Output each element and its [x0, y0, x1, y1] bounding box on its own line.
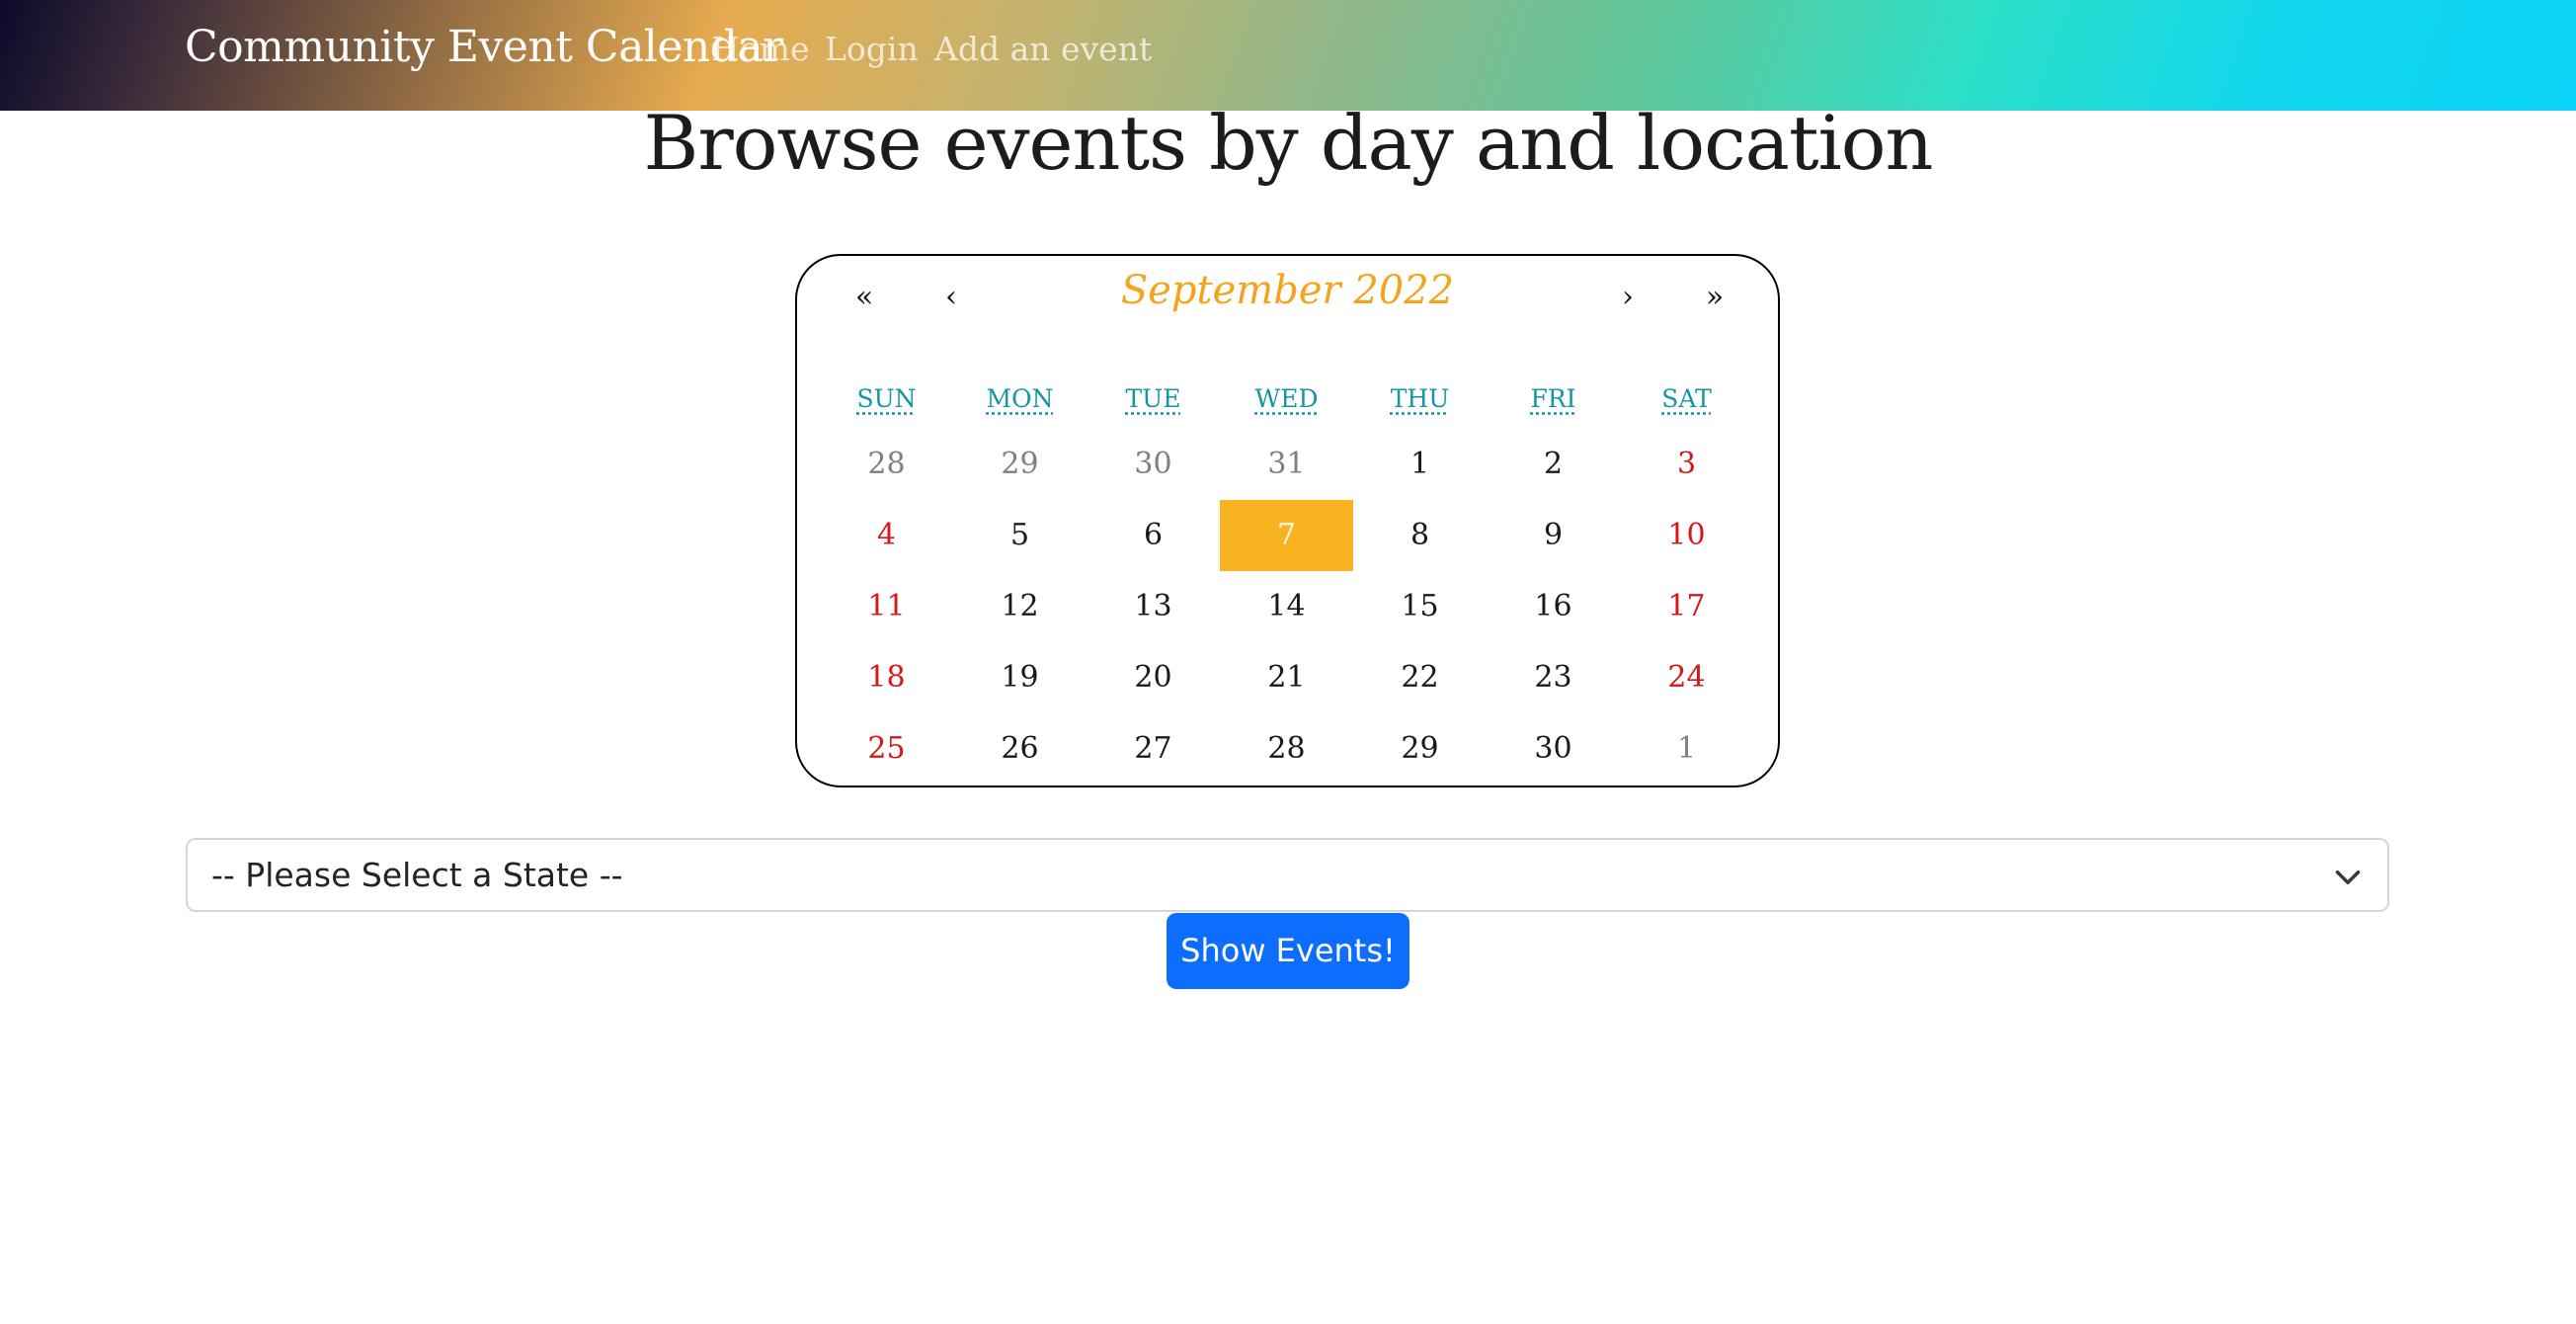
calendar-day[interactable]: 9 [1487, 500, 1620, 571]
state-select-value: -- Please Select a State -- [211, 856, 623, 894]
brand-title[interactable]: Community Event Calendar [185, 22, 783, 72]
calendar-day[interactable]: 23 [1487, 642, 1620, 713]
calendar-day[interactable]: 17 [1620, 571, 1753, 642]
calendar-day[interactable]: 29 [953, 429, 1087, 500]
calendar-day[interactable]: 16 [1487, 571, 1620, 642]
calendar-day[interactable]: 29 [1353, 713, 1487, 785]
weekday-wed: WED [1254, 384, 1319, 413]
weekday-mon: MON [986, 384, 1054, 413]
weekday-fri: FRI [1530, 384, 1576, 413]
weekday-tue: TUE [1125, 384, 1181, 413]
calendar-day[interactable]: 3 [1620, 429, 1753, 500]
weekday-thu: THU [1390, 384, 1450, 413]
navbar: Community Event Calendar Home Login Add … [0, 0, 2576, 111]
calendar-day[interactable]: 25 [820, 713, 953, 785]
calendar-day[interactable]: 14 [1220, 571, 1353, 642]
nav-link-login[interactable]: Login [825, 30, 919, 68]
show-events-button[interactable]: Show Events! [1167, 913, 1409, 989]
calendar-day[interactable]: 10 [1620, 500, 1753, 571]
chevron-down-icon [2335, 870, 2361, 884]
calendar-day[interactable]: 24 [1620, 642, 1753, 713]
weekday-sun: SUN [856, 384, 917, 413]
calendar-day[interactable]: 13 [1087, 571, 1220, 642]
weekday-sat: SAT [1661, 384, 1712, 413]
calendar-day[interactable]: 4 [820, 500, 953, 571]
calendar-day[interactable]: 31 [1220, 429, 1353, 500]
calendar-day[interactable]: 28 [820, 429, 953, 500]
nav-link-home[interactable]: Home [711, 30, 809, 68]
next-month-button[interactable]: › [1603, 280, 1652, 314]
calendar-day[interactable]: 21 [1220, 642, 1353, 713]
calendar-day[interactable]: 2 [1487, 429, 1620, 500]
calendar-day[interactable]: 15 [1353, 571, 1487, 642]
next-year-button[interactable]: » [1690, 280, 1739, 314]
calendar-day[interactable]: 20 [1087, 642, 1220, 713]
calendar-day[interactable]: 1 [1353, 429, 1487, 500]
calendar-day[interactable]: 1 [1620, 713, 1753, 785]
state-select[interactable]: -- Please Select a State -- [186, 838, 2389, 912]
calendar: « ‹ September 2022 › » SUN MON TUE WED T… [795, 254, 1780, 787]
calendar-day[interactable]: 30 [1487, 713, 1620, 785]
calendar-day[interactable]: 26 [953, 713, 1087, 785]
calendar-day[interactable]: 30 [1087, 429, 1220, 500]
calendar-day[interactable]: 22 [1353, 642, 1487, 713]
calendar-day[interactable]: 28 [1220, 713, 1353, 785]
calendar-day[interactable]: 8 [1353, 500, 1487, 571]
nav-link-add-event[interactable]: Add an event [934, 30, 1152, 68]
calendar-day[interactable]: 5 [953, 500, 1087, 571]
calendar-day[interactable]: 12 [953, 571, 1087, 642]
page-title: Browse events by day and location [643, 99, 1933, 187]
calendar-day[interactable]: 18 [820, 642, 953, 713]
calendar-day[interactable]: 6 [1087, 500, 1220, 571]
calendar-day[interactable]: 11 [820, 571, 953, 642]
calendar-day[interactable]: 27 [1087, 713, 1220, 785]
calendar-day[interactable]: 19 [953, 642, 1087, 713]
calendar-day-selected[interactable]: 7 [1220, 500, 1353, 571]
